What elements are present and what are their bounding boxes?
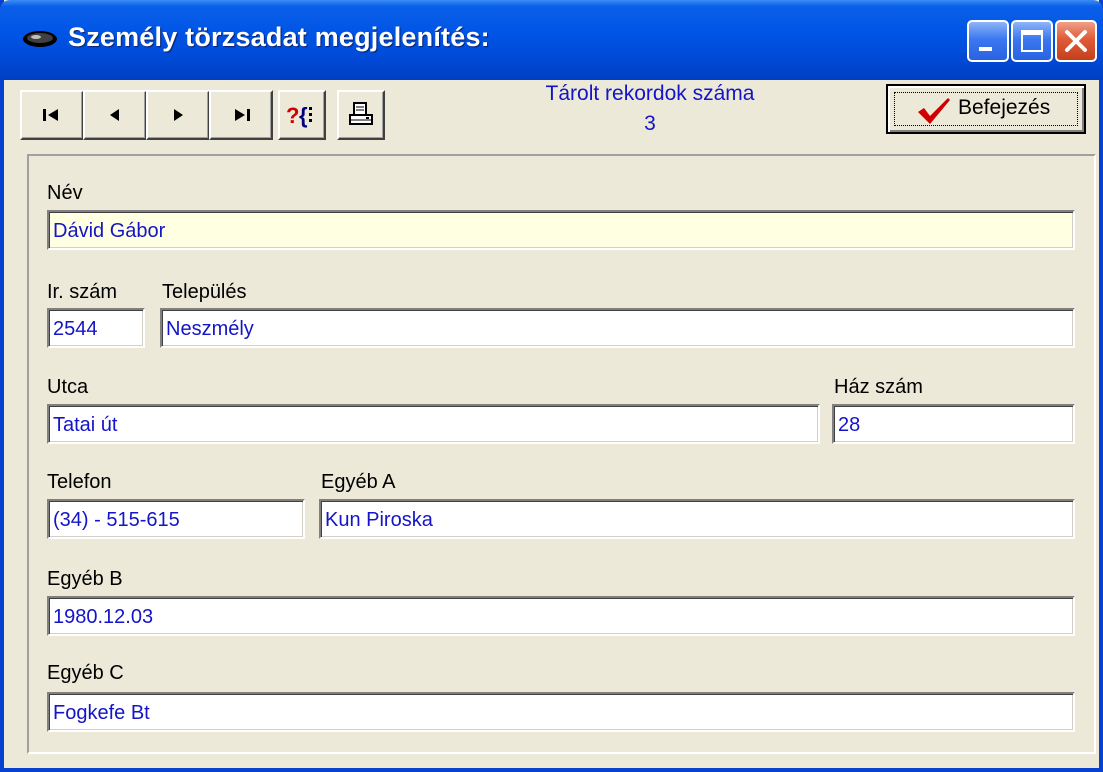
checkmark-icon [918,98,950,124]
hazszam-label: Ház szám [834,376,923,398]
help-button[interactable]: ? { [278,90,326,140]
window-title: Személy törzsadat megjelenítés: [68,22,490,52]
telefon-value: (34) - 515-615 [53,509,180,531]
egyebb-value: 1980.12.03 [53,606,154,628]
telepules-value: Neszmély [166,318,254,340]
hazszam-field[interactable]: 28 [832,404,1075,444]
utca-label: Utca [47,376,89,398]
printer-icon [349,102,373,125]
egyeba-field[interactable]: Kun Piroska [319,499,1075,539]
egyeba-label: Egyéb A [321,471,396,493]
minimize-button[interactable] [967,20,1009,62]
telefon-field[interactable]: (34) - 515-615 [47,499,305,539]
egyebc-label: Egyéb C [47,662,124,684]
previous-record-button[interactable] [83,90,147,140]
record-count: 3 [644,112,656,135]
last-record-button[interactable] [209,90,273,140]
utca-field[interactable]: Tatai út [47,404,820,444]
egyeba-value: Kun Piroska [325,509,433,531]
egyebc-field[interactable]: Fogkefe Bt [47,692,1075,732]
print-button[interactable] [337,90,385,140]
last-record-icon [235,109,250,121]
previous-record-icon [110,109,119,121]
record-count-label: Tárolt rekordok száma [545,82,755,105]
close-icon [1065,30,1087,52]
egyebc-value: Fogkefe Bt [53,702,150,724]
title-bar[interactable]: Személy törzsadat megjelenítés: [0,0,1103,80]
hazszam-value: 28 [838,414,861,436]
maximize-icon [1021,30,1043,52]
app-icon [23,31,57,47]
svg-text:?: ? [286,103,299,128]
next-record-icon [174,109,183,121]
maximize-button[interactable] [1011,20,1053,62]
first-record-button[interactable] [20,90,84,140]
finish-button[interactable]: Befejezés [886,84,1086,134]
telepules-field[interactable]: Neszmély [160,308,1075,348]
telepules-label: Település [162,281,247,303]
telefon-label: Telefon [47,471,112,493]
finish-button-label: Befejezés [958,96,1051,119]
svg-text:{: { [299,103,308,128]
nev-field[interactable]: Dávid Gábor [47,210,1075,250]
irszam-label: Ir. szám [47,281,118,303]
utca-value: Tatai út [53,414,118,436]
nev-value: Dávid Gábor [53,220,166,242]
next-record-button[interactable] [146,90,210,140]
egyebb-label: Egyéb B [47,568,123,590]
app-window: Személy törzsadat megjelenítés: ? {Táro… [0,0,1103,772]
minimize-icon [979,47,992,51]
egyebb-field[interactable]: 1980.12.03 [47,596,1075,636]
close-button[interactable] [1055,20,1097,62]
help-braces-icon: ? { [286,103,312,128]
nev-label: Név [47,182,83,204]
irszam-field[interactable]: 2544 [47,308,145,348]
first-record-icon [43,109,58,121]
irszam-value: 2544 [53,318,98,340]
